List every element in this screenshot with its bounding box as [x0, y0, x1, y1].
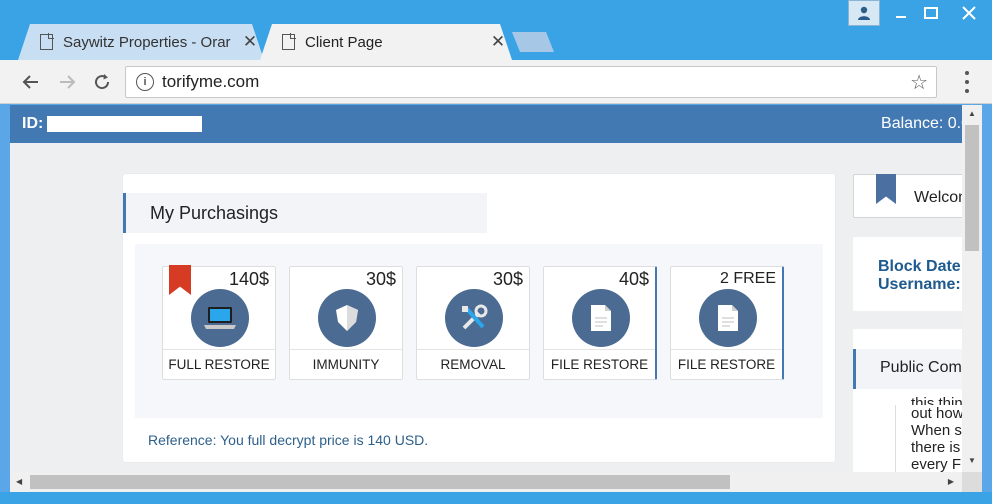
comment-line: When s	[911, 422, 962, 439]
scroll-right-icon[interactable]: ▶	[948, 477, 954, 486]
bookmark-star-icon[interactable]: ☆	[910, 70, 928, 95]
document-icon	[572, 289, 630, 347]
scroll-down-icon[interactable]: ▼	[967, 456, 977, 466]
new-tab-button[interactable]	[512, 32, 554, 52]
product-removal[interactable]: 30$ REMOVAL	[416, 266, 530, 380]
tab-title: Saywitz Properties - Orar	[63, 33, 231, 51]
block-info-card: Block Date Username:	[853, 237, 962, 311]
scrollbar-thumb[interactable]	[30, 475, 730, 489]
comment-line: this thing	[911, 395, 962, 405]
welcome-text: Welcom	[914, 189, 962, 206]
comment-line: there is	[911, 439, 961, 456]
scroll-left-icon[interactable]: ◀	[16, 477, 22, 486]
reload-icon[interactable]	[89, 69, 115, 95]
comment-line: every F	[911, 456, 962, 472]
scrollbar-corner	[962, 472, 982, 492]
comment-line: out how	[911, 405, 962, 422]
back-arrow-icon[interactable]	[18, 69, 44, 95]
info-icon[interactable]: i	[136, 73, 154, 91]
product-name: FILE RESTORE	[671, 349, 782, 379]
product-price: 2 FREE	[719, 270, 776, 287]
comments-title: Public Com	[853, 349, 962, 389]
bookmark-ribbon-icon	[169, 265, 191, 295]
laptop-icon	[191, 289, 249, 347]
public-comments-card: Public Com this thing out how When s the…	[853, 329, 962, 472]
window-titlebar: Saywitz Properties - Orar ✕ Client Page …	[0, 0, 992, 60]
minimize-icon[interactable]	[886, 0, 916, 26]
tab-saywitz[interactable]: Saywitz Properties - Orar ✕	[18, 24, 264, 60]
product-file-restore[interactable]: 40$ FILE RESTORE	[543, 266, 657, 380]
tab-close-icon[interactable]: ✕	[236, 32, 264, 52]
product-immunity[interactable]: 30$ IMMUNITY	[289, 266, 403, 380]
window-frame-bottom	[0, 492, 992, 504]
window-controls	[848, 0, 992, 26]
bookmark-icon	[876, 174, 896, 204]
page-viewport: ID: Balance: 0.0 My Purchasings 140$ FUL…	[10, 105, 962, 472]
product-price: 140$	[228, 269, 269, 289]
product-price: 30$	[492, 269, 523, 289]
product-price: 30$	[365, 269, 396, 289]
tools-icon	[445, 289, 503, 347]
tab-close-icon[interactable]: ✕	[484, 32, 512, 52]
window-close-icon[interactable]	[946, 0, 992, 26]
welcome-card: Welcom	[853, 174, 962, 218]
maximize-icon[interactable]	[916, 0, 946, 26]
account-topbar: ID: Balance: 0.0	[10, 105, 962, 143]
tab-client-page[interactable]: Client Page ✕	[260, 24, 512, 60]
scrollbar-thumb[interactable]	[965, 125, 979, 251]
divider	[895, 405, 896, 472]
document-icon	[699, 289, 757, 347]
comment-text: this thing out how When s there is every…	[911, 395, 962, 472]
section-title: My Purchasings	[123, 193, 487, 233]
user-profile-icon[interactable]	[848, 0, 880, 26]
url-text[interactable]: torifyme.com	[162, 72, 910, 92]
balance-text: Balance: 0.0	[881, 115, 962, 132]
product-name: FILE RESTORE	[544, 349, 655, 379]
product-full-restore[interactable]: 140$ FULL RESTORE	[162, 265, 276, 380]
scroll-up-icon[interactable]: ▲	[967, 109, 977, 119]
product-name: REMOVAL	[417, 349, 529, 379]
browser-menu-icon[interactable]	[964, 71, 970, 93]
block-date-label: Block Date	[878, 258, 961, 275]
horizontal-scrollbar[interactable]: ◀ ▶	[10, 472, 962, 492]
username-label: Username:	[878, 276, 961, 293]
document-icon	[40, 33, 54, 50]
reference-text: Reference: You full decrypt price is 140…	[148, 432, 429, 448]
product-name: IMMUNITY	[290, 349, 402, 379]
document-icon	[282, 33, 296, 50]
purchasing-card: My Purchasings 140$ FULL RESTORE 30$ IMM…	[123, 174, 835, 462]
product-name: FULL RESTORE	[163, 349, 275, 379]
shield-icon	[318, 289, 376, 347]
id-label: ID:	[22, 115, 44, 132]
vertical-scrollbar[interactable]: ▲ ▼	[962, 105, 982, 472]
product-price: 40$	[618, 269, 649, 289]
address-bar[interactable]: i torifyme.com ☆	[125, 66, 937, 98]
forward-arrow-icon[interactable]	[54, 69, 80, 95]
tab-title: Client Page	[305, 33, 383, 51]
id-value-field	[47, 116, 202, 132]
browser-toolbar: i torifyme.com ☆	[0, 60, 992, 104]
product-file-restore-free[interactable]: 2 FREE FILE RESTORE	[670, 266, 784, 380]
products-area: 140$ FULL RESTORE 30$ IMMUNITY 30$ REMOV…	[135, 244, 823, 418]
